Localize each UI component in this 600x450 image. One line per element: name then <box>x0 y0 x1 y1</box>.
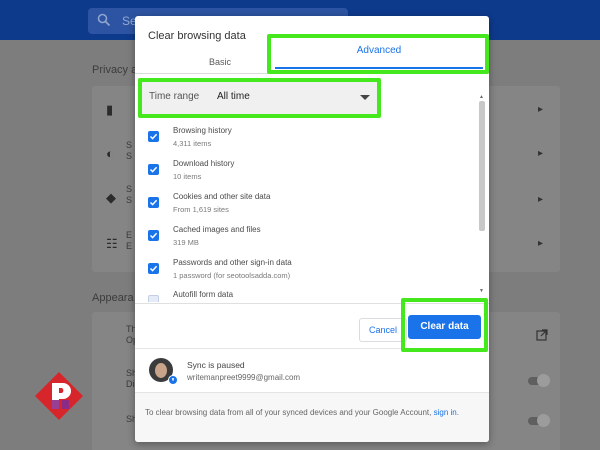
sync-divider <box>135 348 489 349</box>
item-subtitle: From 1,619 sites <box>173 205 229 214</box>
list-item-browsing-history[interactable]: Browsing history 4,311 items <box>147 125 467 157</box>
row-arrow-icon[interactable]: ▸ <box>538 194 543 205</box>
clear-data-button[interactable]: Clear data <box>408 315 481 339</box>
check-icon <box>149 133 158 140</box>
item-subtitle: 4,311 items <box>173 139 212 148</box>
autofill-checkbox[interactable] <box>148 295 159 302</box>
privacy-row-4: EE <box>126 230 133 251</box>
sync-status: Sync is paused <box>187 360 245 370</box>
check-icon <box>149 232 158 239</box>
dropdown-caret-icon <box>360 95 370 100</box>
sync-note: To clear browsing data from all of your … <box>135 392 489 442</box>
cookies-checkbox[interactable] <box>148 197 159 208</box>
account-email: writemanpreet9999@gmail.com <box>187 373 301 382</box>
dialog-title: Clear browsing data <box>148 30 246 42</box>
check-icon <box>149 265 158 272</box>
bookmarks-bar-toggle[interactable] <box>528 414 550 427</box>
sync-note-text: To clear browsing data from all of your … <box>145 408 459 417</box>
settings-icon: ☷ <box>106 236 118 251</box>
scrollbar-thumb[interactable] <box>479 101 485 231</box>
cancel-button[interactable]: Cancel <box>359 318 407 342</box>
active-tab-indicator <box>275 67 483 69</box>
browsing-history-checkbox[interactable] <box>148 131 159 142</box>
sync-paused-icon: ⏸ <box>168 375 178 385</box>
item-title: Autofill form data <box>173 290 234 299</box>
tab-divider <box>135 73 489 74</box>
item-subtitle: 1 password (for seotoolsadda.com) <box>173 271 291 280</box>
row-arrow-icon[interactable]: ▸ <box>538 104 543 115</box>
appearance-heading: Appeara <box>92 292 134 304</box>
time-range-value: All time <box>217 91 250 102</box>
item-title: Passwords and other sign-in data <box>173 258 292 267</box>
tab-advanced[interactable]: Advanced <box>271 36 487 72</box>
item-subtitle: 319 MB <box>173 238 199 247</box>
list-item-cookies[interactable]: Cookies and other site data From 1,619 s… <box>147 191 467 223</box>
sign-in-link[interactable]: sign in. <box>434 408 459 417</box>
row-arrow-icon[interactable]: ▸ <box>538 148 543 159</box>
site-logo <box>34 371 84 421</box>
item-title: Download history <box>173 159 235 168</box>
tab-advanced-label: Advanced <box>356 45 402 56</box>
download-history-checkbox[interactable] <box>148 164 159 175</box>
cookie-icon: ◐ <box>106 146 114 161</box>
scroll-down-arrow-icon[interactable]: ▼ <box>479 288 484 294</box>
time-range-label: Time range <box>149 91 200 102</box>
privacy-row-2: SS <box>126 140 133 161</box>
item-subtitle: 10 items <box>173 172 202 181</box>
scroll-up-arrow-icon[interactable]: ▲ <box>479 94 484 100</box>
item-title: Cookies and other site data <box>173 192 271 201</box>
row-arrow-icon[interactable]: ▸ <box>538 238 543 249</box>
external-link-icon[interactable] <box>536 329 548 341</box>
check-icon <box>149 199 158 206</box>
passwords-checkbox[interactable] <box>148 263 159 274</box>
search-icon <box>97 13 111 27</box>
home-button-toggle[interactable] <box>528 374 550 387</box>
privacy-row-3: SS <box>126 184 133 205</box>
trash-icon: ▮ <box>106 102 114 117</box>
shield-icon: ◆ <box>106 190 116 205</box>
clear-browsing-data-dialog: Clear browsing data Basic Advanced Time … <box>135 16 489 442</box>
item-title: Browsing history <box>173 126 232 135</box>
list-item-autofill[interactable]: Autofill form data <box>147 289 467 302</box>
item-title: Cached images and files <box>173 225 261 234</box>
data-types-list[interactable]: Browsing history 4,311 items Download hi… <box>135 119 489 302</box>
list-item-passwords[interactable]: Passwords and other sign-in data 1 passw… <box>147 257 467 289</box>
footer-divider <box>135 303 489 304</box>
check-icon <box>149 166 158 173</box>
time-range-select[interactable]: Time range All time <box>141 80 378 116</box>
cached-images-checkbox[interactable] <box>148 230 159 241</box>
list-item-cached-images[interactable]: Cached images and files 319 MB <box>147 224 467 256</box>
list-item-download-history[interactable]: Download history 10 items <box>147 158 467 190</box>
